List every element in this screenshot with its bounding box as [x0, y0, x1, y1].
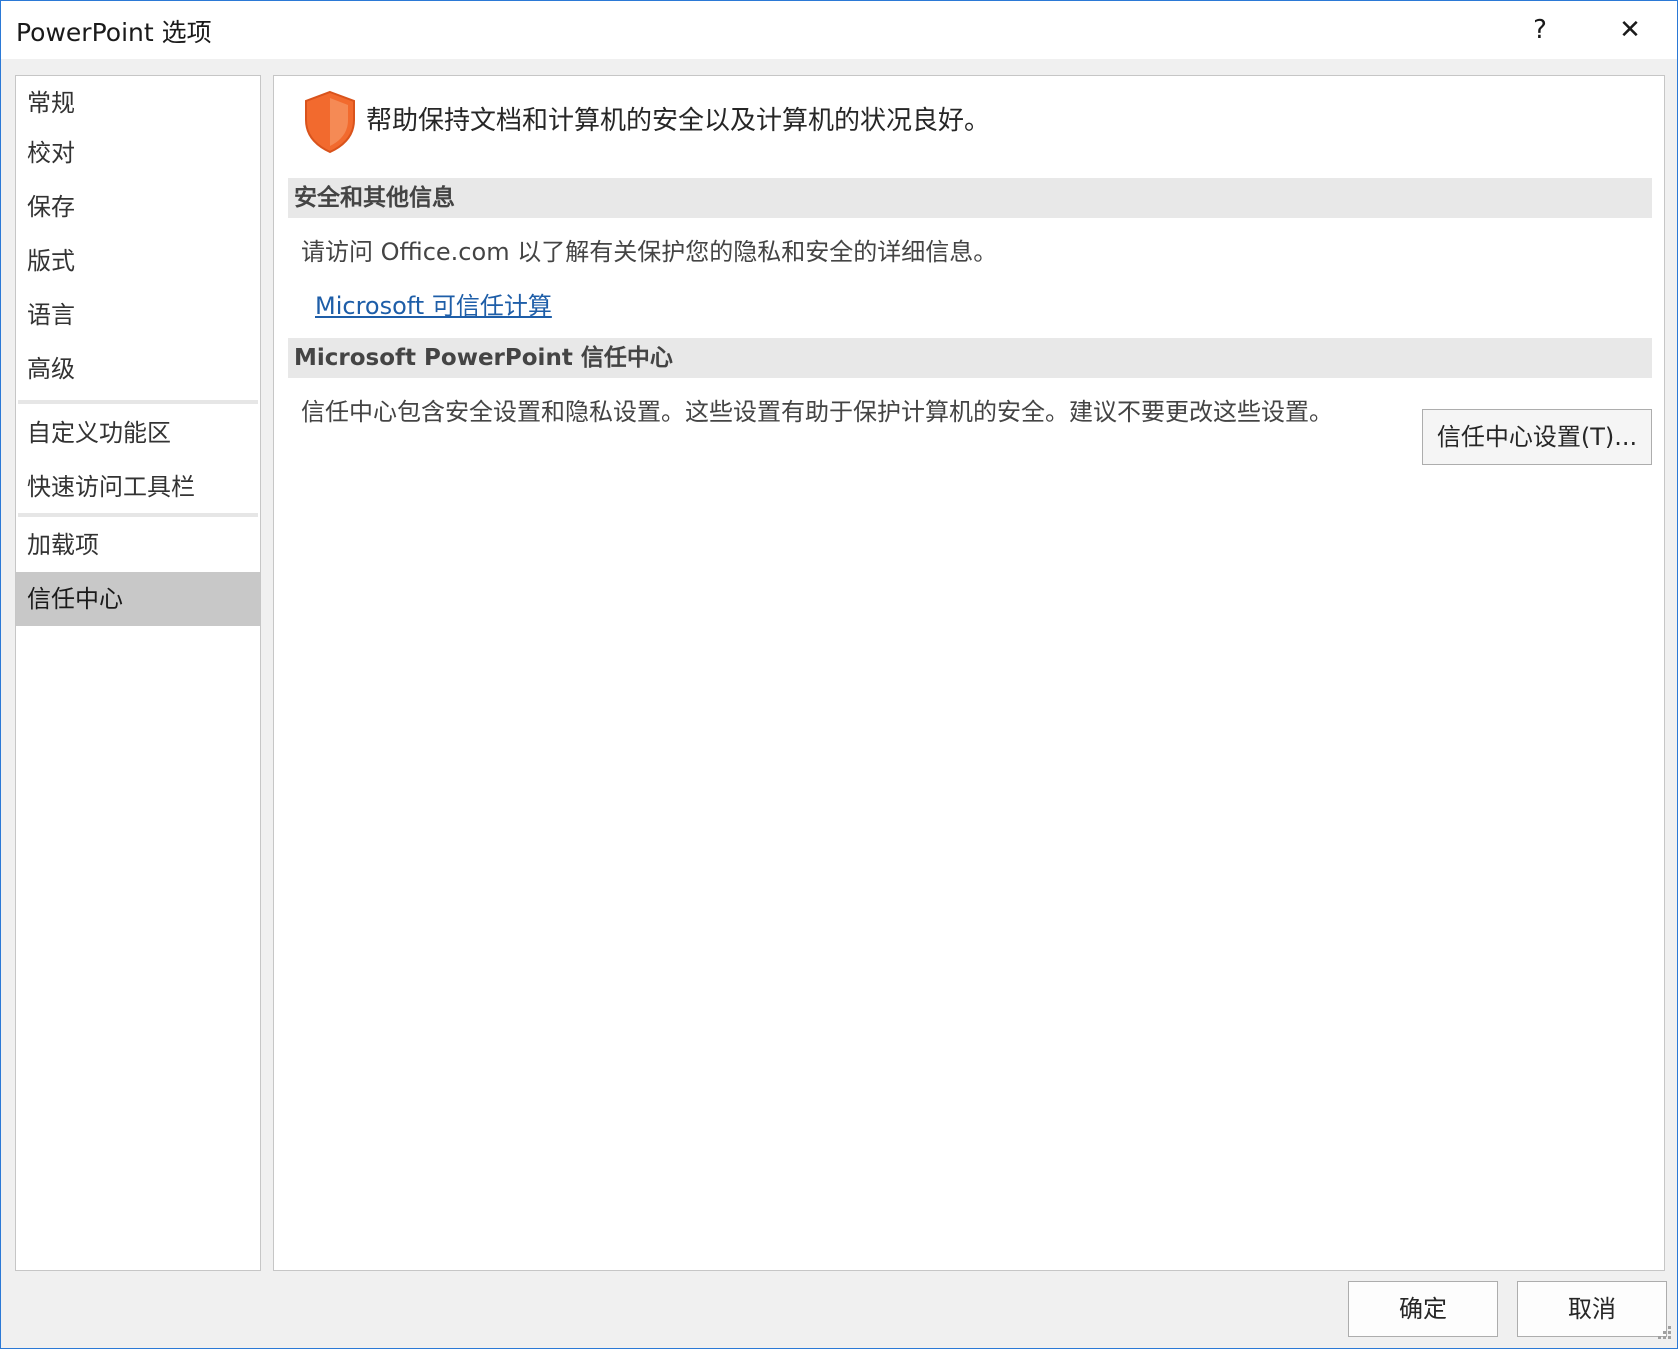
trust-center-settings-button[interactable]: 信任中心设置(T)... — [1422, 409, 1652, 465]
trust-center-section-header: Microsoft PowerPoint 信任中心 — [288, 338, 1652, 378]
trust-center-description: 信任中心包含安全设置和隐私设置。这些设置有助于保护计算机的安全。建议不要更改这些… — [301, 398, 1333, 426]
sidebar-item-advanced[interactable]: 高级 — [16, 342, 260, 396]
help-icon: ? — [1533, 15, 1547, 45]
security-section-header: 安全和其他信息 — [288, 178, 1652, 218]
sidebar-item-language[interactable]: 语言 — [16, 288, 260, 342]
trust-center-panel: 帮助保持文档和计算机的安全以及计算机的状况良好。 安全和其他信息 请访问 Off… — [273, 75, 1665, 1271]
ok-button[interactable]: 确定 — [1348, 1281, 1498, 1337]
close-button[interactable]: ✕ — [1597, 1, 1663, 59]
sidebar-item-quick-access-toolbar[interactable]: 快速访问工具栏 — [16, 460, 260, 514]
close-icon: ✕ — [1619, 15, 1641, 45]
trustworthy-computing-link[interactable]: Microsoft 可信任计算 — [315, 286, 552, 321]
sidebar-item-proofing[interactable]: 校对 — [16, 126, 260, 180]
sidebar-item-add-ins[interactable]: 加载项 — [16, 518, 260, 572]
intro-text: 帮助保持文档和计算机的安全以及计算机的状况良好。 — [366, 106, 991, 136]
sidebar-item-general[interactable]: 常规 — [16, 76, 260, 130]
window-title: PowerPoint 选项 — [16, 18, 212, 47]
sidebar-divider — [18, 513, 258, 517]
options-dialog: PowerPoint 选项 ? ✕ 常规 校对 保存 版式 语言 高级 自定义功… — [0, 0, 1678, 1349]
cancel-button[interactable]: 取消 — [1517, 1281, 1667, 1337]
resize-grip-icon[interactable] — [1653, 1323, 1673, 1343]
sidebar-item-trust-center[interactable]: 信任中心 — [16, 572, 260, 626]
sidebar-item-save[interactable]: 保存 — [16, 180, 260, 234]
security-info-text: 请访问 Office.com 以了解有关保护您的隐私和安全的详细信息。 — [301, 238, 998, 266]
sidebar-divider — [18, 400, 258, 404]
title-bar: PowerPoint 选项 ? ✕ — [1, 1, 1677, 59]
options-sidebar: 常规 校对 保存 版式 语言 高级 自定义功能区 快速访问工具栏 加载项 信任中… — [15, 75, 261, 1271]
help-button[interactable]: ? — [1507, 1, 1573, 59]
shield-icon — [305, 90, 355, 154]
sidebar-item-customize-ribbon[interactable]: 自定义功能区 — [16, 406, 260, 460]
sidebar-item-layout[interactable]: 版式 — [16, 234, 260, 288]
